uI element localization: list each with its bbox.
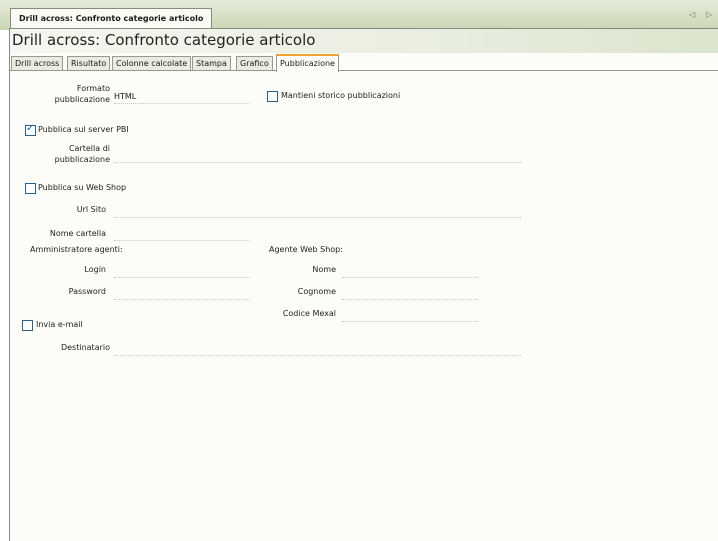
login-label: Login xyxy=(84,265,106,274)
cartella-label-line2: pubblicazione xyxy=(54,155,110,164)
formato-label-line1: Formato xyxy=(76,84,110,93)
nome-cartella-field[interactable] xyxy=(114,229,250,241)
email-checkbox[interactable] xyxy=(22,320,33,331)
webshop-label: Pubblica su Web Shop xyxy=(38,183,127,192)
page-title: Drill across: Confronto categorie artico… xyxy=(12,31,316,49)
tab-drill-across[interactable]: Drill across xyxy=(11,56,64,70)
tab-stampa[interactable]: Stampa xyxy=(192,56,231,70)
password-field[interactable] xyxy=(114,288,250,300)
cartella-field[interactable] xyxy=(114,151,521,163)
document-tab[interactable]: Drill across: Confronto categorie artico… xyxy=(10,8,213,29)
tab-colonne-calcolate[interactable]: Colonne calcolate xyxy=(112,56,192,70)
pbi-label: Pubblica sul server PBI xyxy=(38,125,129,134)
main-panel: Drill across: Confronto categorie artico… xyxy=(9,28,718,541)
nome-label: Nome xyxy=(312,265,336,274)
cognome-field[interactable] xyxy=(342,288,478,300)
tab-scroll-arrows-icon[interactable]: ◁ ▷ xyxy=(689,10,716,19)
tab-grafico[interactable]: Grafico xyxy=(236,56,273,70)
email-label: Invia e-mail xyxy=(36,320,83,329)
codice-field[interactable] xyxy=(342,310,478,322)
destinatario-field[interactable] xyxy=(114,344,521,356)
formato-field[interactable]: HTML xyxy=(114,92,250,104)
tab-strip: Drill across Risultato Colonne calcolate… xyxy=(10,54,718,72)
destinatario-label: Destinatario xyxy=(60,343,110,352)
cartella-label-line1: Cartella di xyxy=(68,144,110,153)
pbi-checkbox[interactable] xyxy=(25,123,36,136)
tab-pubblicazione[interactable]: Pubblicazione xyxy=(276,54,339,72)
cognome-label: Cognome xyxy=(297,287,336,296)
url-label: Url Sito xyxy=(76,205,106,214)
admin-header: Amministratore agenti: xyxy=(30,245,123,254)
document-tab-bar: Drill across: Confronto categorie artico… xyxy=(0,0,718,30)
nome-cartella-label: Nome cartella xyxy=(49,229,106,238)
formato-label-line2: pubblicazione xyxy=(54,95,110,104)
webshop-checkbox[interactable] xyxy=(25,183,36,194)
storico-label: Mantieni storico pubblicazioni xyxy=(281,91,401,100)
login-field[interactable] xyxy=(114,266,250,278)
url-field[interactable] xyxy=(114,206,521,218)
password-label: Password xyxy=(68,287,106,296)
codice-label: Codice Mexal xyxy=(282,309,336,318)
nome-field[interactable] xyxy=(342,266,478,278)
tab-risultato[interactable]: Risultato xyxy=(67,56,111,70)
storico-checkbox[interactable] xyxy=(267,91,278,102)
agente-header: Agente Web Shop: xyxy=(269,245,343,254)
title-bar: Drill across: Confronto categorie artico… xyxy=(10,29,718,53)
